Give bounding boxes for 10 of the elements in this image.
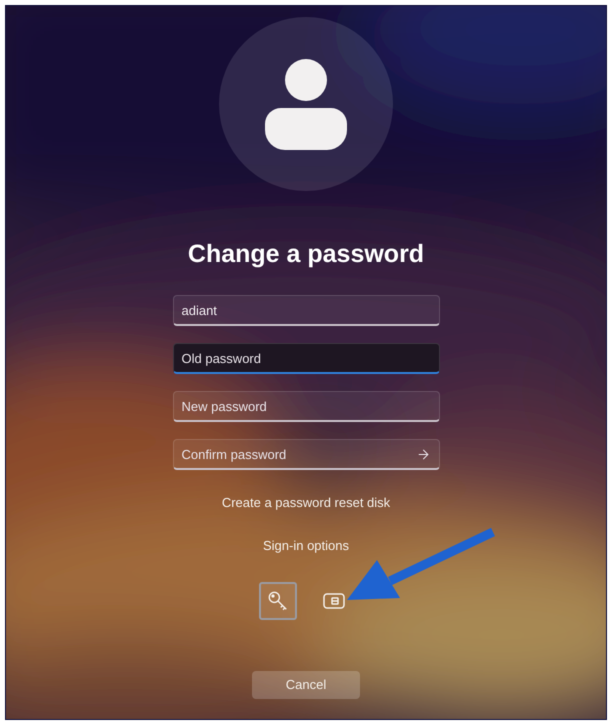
card-icon bbox=[323, 593, 345, 609]
reset-disk-link[interactable]: Create a password reset disk bbox=[222, 493, 390, 512]
key-icon bbox=[267, 590, 289, 612]
page-title: Change a password bbox=[188, 239, 424, 269]
arrow-right-icon[interactable] bbox=[416, 447, 430, 462]
input-field[interactable]: Old password bbox=[172, 343, 440, 374]
person-icon bbox=[265, 58, 347, 150]
sign-in-options-link[interactable]: Sign-in options bbox=[263, 536, 349, 555]
cancel-button[interactable]: Cancel bbox=[252, 671, 360, 699]
sign-in-option-button[interactable] bbox=[259, 582, 297, 620]
